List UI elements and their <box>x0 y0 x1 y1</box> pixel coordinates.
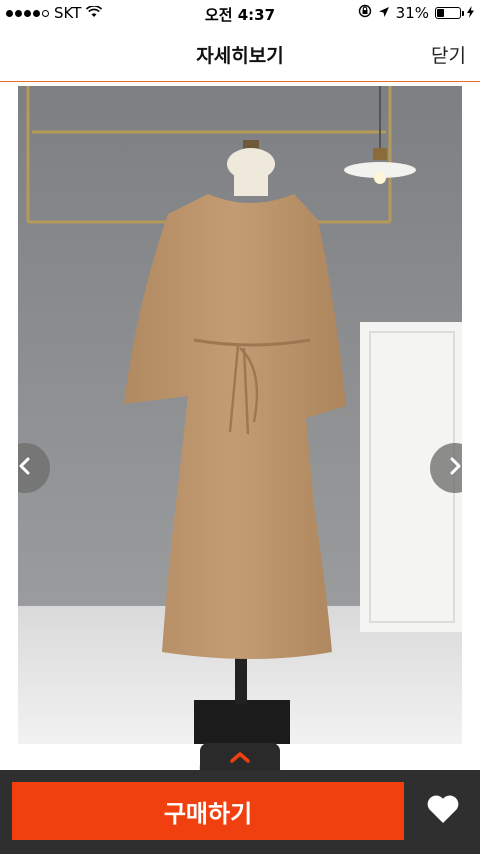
bottom-action-bar: 구매하기 <box>0 770 480 854</box>
buy-button[interactable]: 구매하기 <box>12 782 404 840</box>
heart-icon <box>426 794 460 828</box>
battery-percentage: 31% <box>395 4 429 22</box>
chevron-right-icon <box>446 456 462 480</box>
product-photo <box>18 86 462 744</box>
chevron-up-icon <box>228 749 252 768</box>
expand-handle[interactable] <box>200 743 280 773</box>
battery-fill <box>437 9 445 17</box>
charging-icon <box>467 4 474 22</box>
header: 자세히보기 닫기 <box>0 26 480 82</box>
close-button[interactable]: 닫기 <box>431 41 466 68</box>
chevron-left-icon <box>18 456 34 480</box>
page-title: 자세히보기 <box>196 45 284 67</box>
product-image <box>18 86 462 744</box>
battery-icon <box>435 7 464 19</box>
wishlist-button[interactable] <box>414 782 472 840</box>
location-icon <box>378 4 390 22</box>
status-bar: SKT 오전 4:37 31% <box>0 0 480 26</box>
rotation-lock-icon <box>358 4 372 22</box>
status-right: 31% <box>358 4 474 22</box>
